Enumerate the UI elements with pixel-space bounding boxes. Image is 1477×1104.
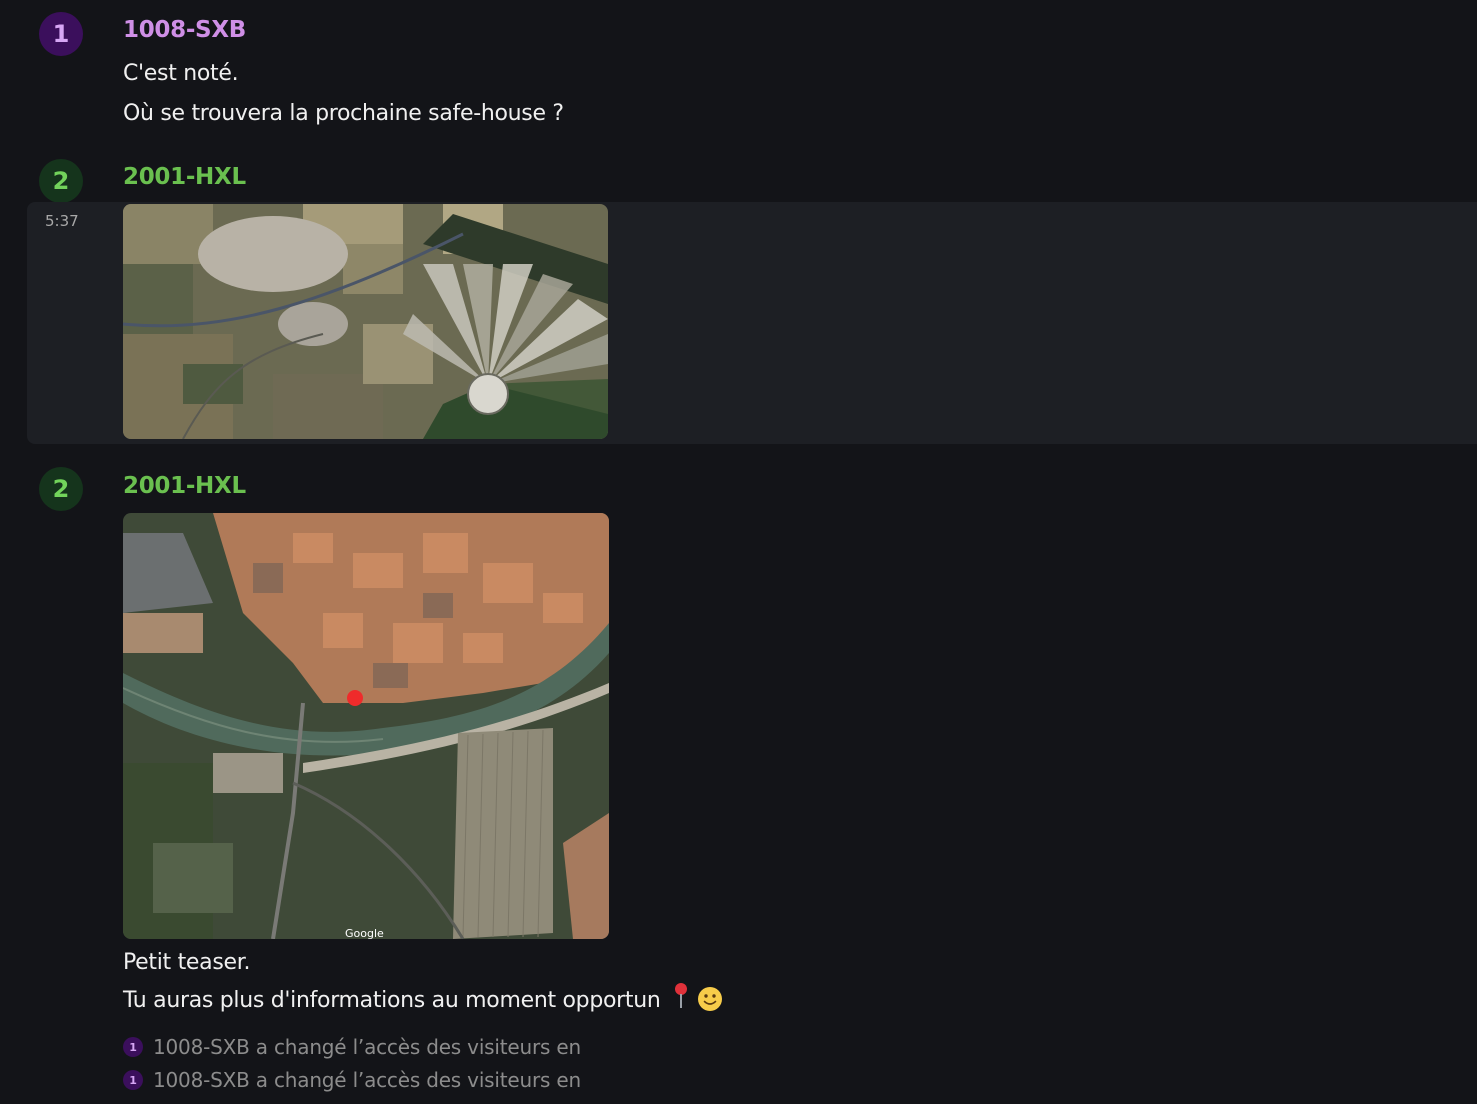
membership-notice: 1 1008-SXB a changé l’accès des visiteur… (123, 1035, 581, 1059)
notice-text[interactable]: 1008-SXB a changé l’accès des visiteurs … (153, 1068, 581, 1092)
sender-name[interactable]: 2001-HXL (123, 473, 246, 499)
sender-name[interactable]: 2001-HXL (123, 164, 246, 190)
membership-notice: 1 1008-SXB a changé l’accès des visiteur… (123, 1068, 581, 1092)
message-timestamp[interactable]: 5:37 (45, 212, 79, 230)
message-text: C'est noté. (123, 61, 239, 86)
message-text-span: Tu auras plus d'informations au moment o… (123, 988, 661, 1013)
sender-name[interactable]: 1008-SXB (123, 17, 246, 43)
notice-text[interactable]: 1008-SXB a changé l’accès des visiteurs … (153, 1035, 581, 1059)
aerial-map-image[interactable] (123, 204, 608, 439)
avatar[interactable]: 2 (39, 159, 83, 203)
avatar[interactable]: 2 (39, 467, 83, 511)
map-watermark: Google (345, 927, 384, 939)
avatar[interactable]: 1 (39, 12, 83, 56)
slightly-smiling-face-icon (697, 987, 722, 1011)
aerial-map-closeup-image[interactable]: Google (123, 513, 609, 939)
chat-timeline: 1 1008-SXB C'est noté. Où se trouvera la… (0, 0, 1477, 1104)
round-pushpin-icon (671, 983, 691, 1009)
avatar[interactable]: 1 (123, 1037, 143, 1057)
message-text: Où se trouvera la prochaine safe-house ? (123, 101, 564, 126)
message-text: Petit teaser. (123, 950, 251, 975)
avatar[interactable]: 1 (123, 1070, 143, 1090)
message-text: Tu auras plus d'informations au moment o… (123, 983, 723, 1013)
